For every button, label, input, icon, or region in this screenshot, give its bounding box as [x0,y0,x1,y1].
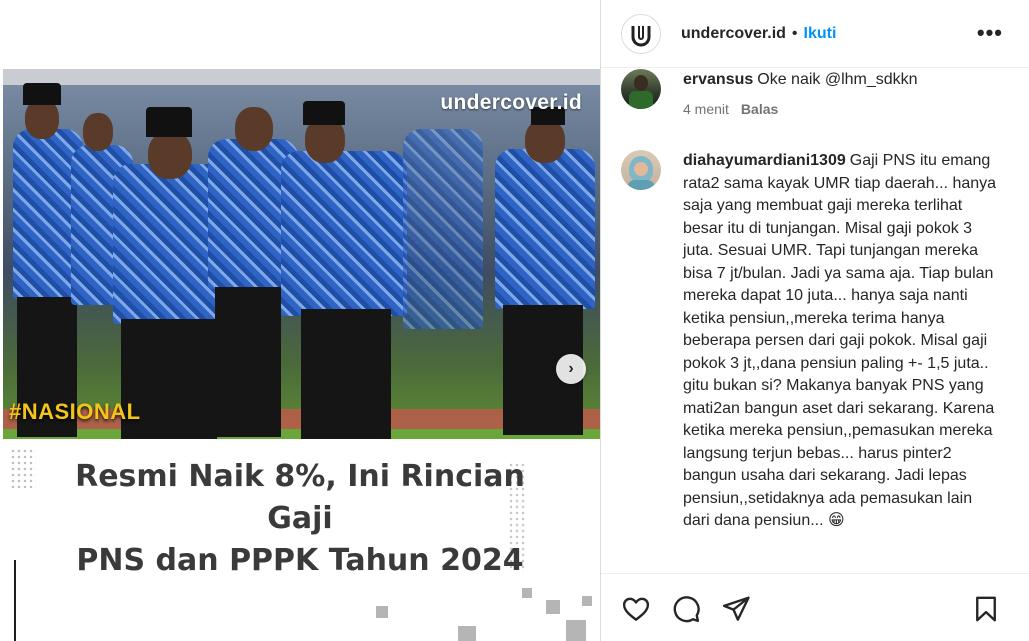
decorative-line [14,560,16,641]
comment-body: ervansus Oke naik @lhm_sdkkn 4 menit Balas [683,69,1003,120]
comment-body: diahayumardiani1309 Gaji PNS itu emang ra… [683,150,1003,533]
photo-figure-head [83,113,113,151]
photo-figure-head [25,99,59,139]
post-photo[interactable]: undercover.id #NASIONAL [3,69,600,439]
post-watermark: undercover.id [440,91,582,114]
photo-figure-cap [303,101,345,125]
account-username[interactable]: undercover.id [681,25,786,43]
undercover-logo-icon [631,25,651,46]
photo-figure-pants [301,309,391,439]
post-headline: Resmi Naik 8%, Ini Rincian Gaji PNS dan … [40,456,560,582]
decorative-square [566,620,586,641]
photo-figure-cap [23,83,61,105]
comment-item: ervansus Oke naik @lhm_sdkkn 4 menit Balas [621,69,1003,120]
account-avatar[interactable] [621,13,661,54]
decorative-square [546,600,560,614]
comment-meta: 4 menit Balas [683,98,1003,121]
photo-figure-head [235,107,273,151]
reply-button[interactable]: Balas [741,101,778,117]
photo-figure [495,149,595,309]
photo-wall [3,69,600,85]
save-button[interactable] [971,594,1001,624]
decorative-square [376,606,388,618]
post-category-tag: #NASIONAL [9,399,141,424]
comment-username[interactable]: diahayumardiani1309 [683,152,846,169]
post-side-panel: undercover.id • Ikuti ••• ervansus Oke na… [601,0,1029,641]
decorative-dots [10,448,36,488]
header-separator: • [791,24,798,42]
decorative-square [458,626,476,641]
photo-figure [403,129,483,329]
comment-icon [673,596,700,623]
post-header: undercover.id • Ikuti ••• [601,0,1029,68]
comment-time[interactable]: 4 menit [683,101,729,117]
more-options-button[interactable]: ••• [977,20,1003,46]
post-headline-line2: PNS dan PPPK Tahun 2024 [76,543,524,578]
chevron-right-icon: › [568,360,574,377]
post-media: undercover.id #NASIONAL › Resmi Naik 8%,… [0,0,601,641]
bookmark-icon [976,596,996,622]
next-image-button[interactable]: › [556,354,586,384]
photo-figure-head [525,119,565,163]
decorative-square [522,588,532,598]
comments-list[interactable]: ervansus Oke naik @lhm_sdkkn 4 menit Balas… [601,69,1029,573]
photo-figure-pants [215,287,281,437]
comment-button[interactable] [671,594,701,624]
commenter-avatar[interactable] [621,69,661,109]
share-icon [722,596,750,621]
photo-figure [281,151,407,316]
heart-icon [622,597,650,621]
photo-figure-cap [146,107,192,137]
follow-button[interactable]: Ikuti [804,25,837,43]
post-headline-line1: Resmi Naik 8%, Ini Rincian Gaji [75,459,525,536]
decorative-square [582,596,592,606]
commenter-avatar[interactable] [621,150,661,190]
comment-item: diahayumardiani1309 Gaji PNS itu emang ra… [621,150,1003,533]
comment-text: Gaji PNS itu emang rata2 sama kayak UMR … [683,152,997,529]
like-button[interactable] [621,594,651,624]
post-actions-bar [601,573,1029,641]
share-button[interactable] [721,594,751,624]
photo-figure-head [148,131,192,179]
comment-text: Oke naik @lhm_sdkkn [757,71,918,88]
comment-username[interactable]: ervansus [683,71,753,88]
